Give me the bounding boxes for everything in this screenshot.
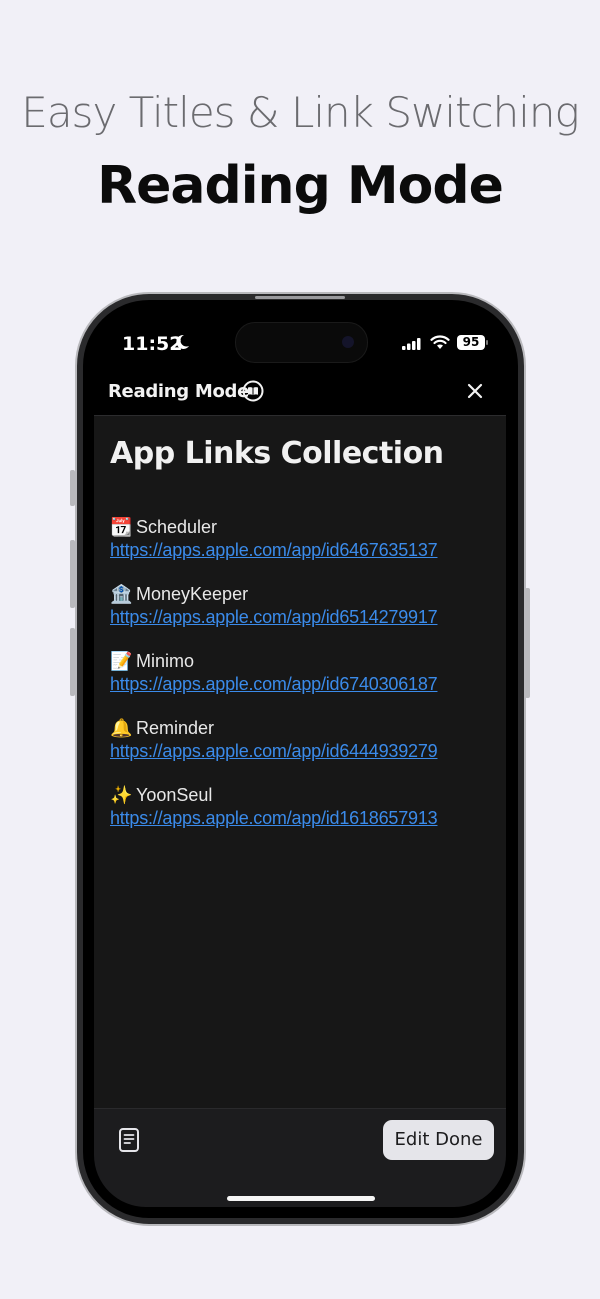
signal-icon (402, 338, 421, 350)
phone-screen: 11:52 95 Reading Mode App Links Collecti… (94, 311, 506, 1207)
dynamic-island (235, 322, 368, 363)
nav-title: Reading Mode (108, 381, 250, 402)
status-bar: 11:52 95 (94, 311, 506, 375)
list-item: 📝 Minimo https://apps.apple.com/app/id674… (110, 650, 500, 717)
promo-title: Reading Mode (97, 156, 504, 216)
app-name: Minimo (136, 651, 195, 671)
phone-volume-up (70, 540, 75, 608)
app-name: YoonSeul (136, 785, 213, 805)
app-link[interactable]: https://apps.apple.com/app/id6514279917 (110, 606, 500, 628)
calendar-icon: 📆 (110, 517, 133, 537)
list-item: 🔔 Reminder https://apps.apple.com/app/id6… (110, 717, 500, 784)
app-name: Scheduler (136, 517, 218, 537)
memo-icon: 📝 (110, 651, 133, 671)
document-icon[interactable] (118, 1127, 140, 1153)
book-icon[interactable] (242, 380, 264, 402)
wifi-icon (430, 335, 450, 349)
bottom-toolbar: Edit Done (94, 1108, 506, 1207)
promo-subtitle: Easy Titles & Link Switching (21, 88, 579, 137)
list-item: 📆 Scheduler https://apps.apple.com/app/id… (110, 516, 500, 583)
moon-icon (176, 334, 189, 349)
phone-power-button (525, 588, 530, 698)
reading-content: App Links Collection 📆 Scheduler https://… (94, 416, 506, 1108)
close-icon[interactable] (466, 382, 484, 400)
list-item: ✨ YoonSeul https://apps.apple.com/app/id1… (110, 784, 500, 851)
edit-done-button[interactable]: Edit Done (383, 1120, 494, 1160)
app-name: MoneyKeeper (136, 584, 249, 604)
navigation-bar: Reading Mode (94, 375, 506, 416)
bell-icon: 🔔 (110, 718, 133, 738)
bank-icon: 🏦 (110, 584, 133, 604)
battery-icon: 95 (457, 335, 485, 350)
sparkles-icon: ✨ (110, 785, 133, 805)
app-link[interactable]: https://apps.apple.com/app/id6740306187 (110, 673, 500, 695)
app-link[interactable]: https://apps.apple.com/app/id6467635137 (110, 539, 500, 561)
document-title: App Links Collection (110, 436, 444, 471)
app-link[interactable]: https://apps.apple.com/app/id6444939279 (110, 740, 500, 762)
list-item: 🏦 MoneyKeeper https://apps.apple.com/app/… (110, 583, 500, 650)
app-name: Reminder (136, 718, 215, 738)
home-indicator[interactable] (227, 1196, 375, 1201)
phone-volume-down (70, 628, 75, 696)
phone-side-button (70, 470, 75, 506)
phone-speaker (255, 296, 345, 299)
links-list: 📆 Scheduler https://apps.apple.com/app/id… (110, 516, 500, 851)
app-link[interactable]: https://apps.apple.com/app/id1618657913 (110, 807, 500, 829)
